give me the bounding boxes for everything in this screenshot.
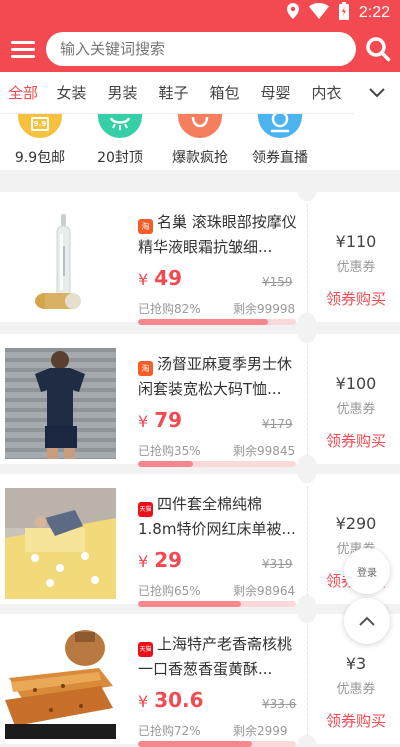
- login-float-button[interactable]: 登录: [344, 548, 390, 594]
- tab-all[interactable]: 全部: [0, 82, 46, 103]
- category-tabs: 全部 女装 男装 鞋子 箱包 母婴 内衣: [0, 72, 400, 114]
- product-title[interactable]: 淘名巢 滚珠眼部按摩仪精华液眼霜抗皱细...: [138, 210, 298, 260]
- remaining-stock: 剩余99998: [233, 302, 296, 316]
- tab-baby[interactable]: 母婴: [250, 82, 301, 103]
- original-price: ¥33.6: [262, 697, 297, 711]
- sold-percent: 已抢购65%: [138, 584, 201, 598]
- price-tag-icon: 9.9: [18, 114, 62, 138]
- clock: 2:22: [358, 4, 390, 21]
- product-image-linen-set[interactable]: [5, 348, 116, 459]
- get-coupon-button[interactable]: 领券购买: [312, 710, 400, 731]
- coupon-label: 优惠券: [336, 260, 376, 275]
- sold-progress-bar: [138, 741, 296, 747]
- product-card[interactable]: 天猫 上海特产老香斋核桃一口香葱香蛋黄酥... ¥30.6 ¥33.6 已抢购72…: [0, 614, 400, 747]
- product-image-massager[interactable]: [5, 206, 116, 317]
- chevron-down-icon: [369, 88, 385, 98]
- coupon-value: ¥290: [335, 514, 377, 533]
- product-price: ¥79: [138, 408, 183, 432]
- search-icon: [258, 114, 302, 138]
- status-bar: 2:22: [0, 0, 400, 26]
- tab-men[interactable]: 男装: [97, 82, 148, 103]
- product-card[interactable]: 淘汤督亚麻夏季男士休闲套装宽松大码T恤... ¥79 ¥179 已抢购35% 剩…: [0, 334, 400, 467]
- location-icon: [286, 3, 299, 23]
- product-image-pastry[interactable]: [5, 628, 116, 739]
- taobao-icon: 淘: [138, 219, 153, 234]
- tmall-icon: 天猫: [138, 502, 153, 517]
- product-price: ¥49: [138, 266, 183, 290]
- battery-icon: [338, 2, 349, 24]
- search-input[interactable]: [46, 32, 356, 66]
- search-icon: [366, 37, 391, 62]
- bag-icon: [178, 114, 222, 138]
- sold-percent: 已抢购82%: [138, 302, 201, 316]
- remaining-stock: 剩余99845: [233, 444, 296, 458]
- coupon-label: 优惠券: [336, 402, 376, 417]
- quick-links: 9.9 9.9包邮 20封顶 爆款疯抢 领券直播: [0, 114, 400, 170]
- search-button[interactable]: [356, 26, 400, 72]
- product-price: ¥30.6: [138, 688, 204, 712]
- wifi-icon: [308, 3, 329, 23]
- product-card[interactable]: 淘名巢 滚珠眼部按摩仪精华液眼霜抗皱细... ¥49 ¥159 已抢购82% 剩…: [0, 192, 400, 325]
- tab-shoes[interactable]: 鞋子: [148, 82, 199, 103]
- product-title[interactable]: 天猫 上海特产老香斋核桃一口香葱香蛋黄酥...: [138, 632, 298, 682]
- product-title[interactable]: 淘汤督亚麻夏季男士休闲套装宽松大码T恤...: [138, 352, 298, 402]
- search-header: [0, 26, 400, 72]
- chevron-up-icon: [359, 616, 375, 626]
- remaining-stock: 剩余98964: [233, 584, 296, 598]
- product-image-bedding[interactable]: [5, 488, 116, 599]
- sold-percent: 已抢购72%: [138, 724, 201, 738]
- get-coupon-button[interactable]: 领券购买: [312, 430, 400, 451]
- tabs-expand-button[interactable]: [354, 72, 400, 114]
- tmall-icon: 天猫: [138, 642, 153, 657]
- tab-women[interactable]: 女装: [46, 82, 97, 103]
- sold-progress-bar: [138, 319, 296, 325]
- sold-progress-bar: [138, 461, 296, 467]
- tab-bags[interactable]: 箱包: [199, 82, 250, 103]
- original-price: ¥179: [262, 417, 293, 431]
- sold-percent: 已抢购35%: [138, 444, 201, 458]
- coupon-value: ¥110: [335, 232, 377, 251]
- tab-underwear[interactable]: 内衣: [301, 82, 352, 103]
- coupon-value: ¥3: [345, 654, 367, 673]
- smile-icon: [98, 114, 142, 138]
- taobao-icon: 淘: [138, 361, 153, 376]
- menu-button[interactable]: [0, 26, 46, 72]
- sold-progress-bar: [138, 601, 296, 607]
- product-title[interactable]: 天猫 四件套全棉纯棉1.8m特价网红床单被...: [138, 492, 298, 542]
- original-price: ¥319: [262, 557, 293, 571]
- get-coupon-button[interactable]: 领券购买: [312, 288, 400, 309]
- remaining-stock: 剩余2999: [233, 724, 288, 738]
- product-price: ¥29: [138, 548, 183, 572]
- back-to-top-button[interactable]: [344, 598, 390, 644]
- original-price: ¥159: [262, 275, 293, 289]
- product-card[interactable]: 天猫 四件套全棉纯棉1.8m特价网红床单被... ¥29 ¥319 已抢购65% …: [0, 474, 400, 607]
- coupon-value: ¥100: [335, 374, 377, 393]
- coupon-label: 优惠券: [336, 682, 376, 697]
